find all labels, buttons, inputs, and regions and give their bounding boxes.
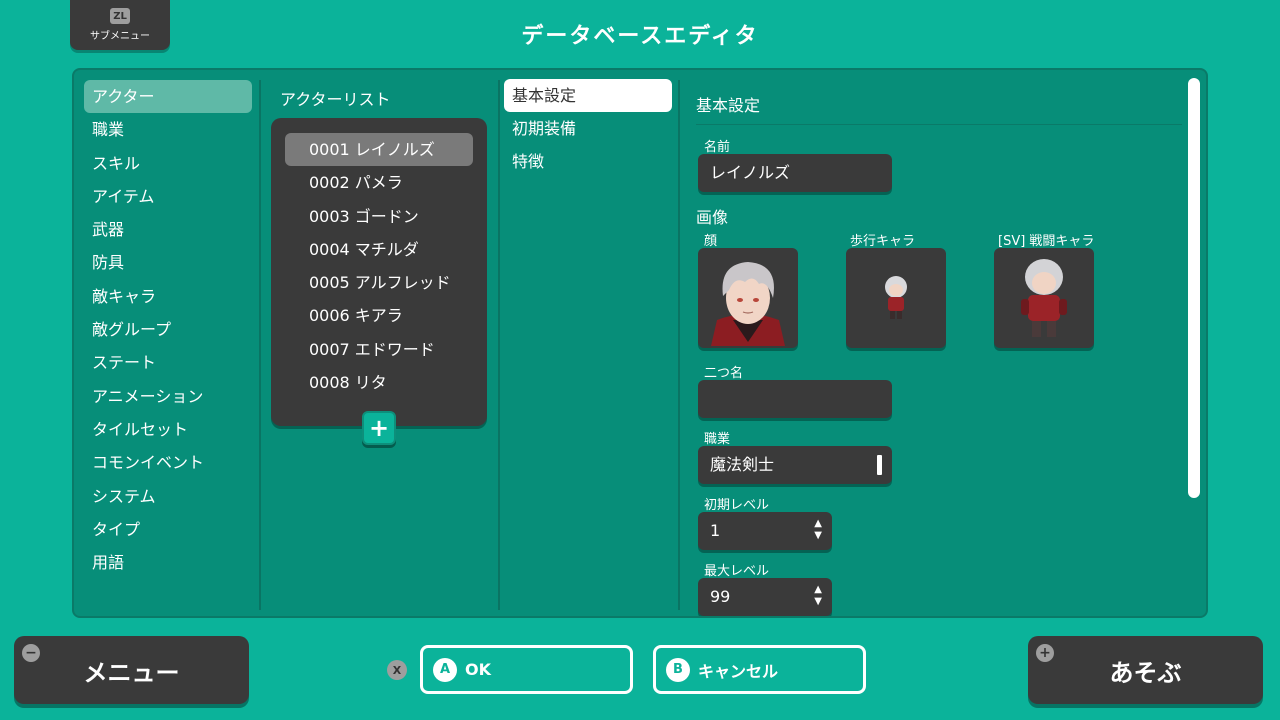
category-item-terms[interactable]: 用語 <box>84 546 252 579</box>
tab-basic-settings[interactable]: 基本設定 <box>504 79 672 112</box>
max-level-value: 99 <box>710 587 731 606</box>
actor-list-item[interactable]: 0004 マチルダ <box>285 233 473 266</box>
walk-sprite-label: 歩行キャラ <box>850 234 916 249</box>
category-item-actor[interactable]: アクター <box>84 80 252 114</box>
ok-button[interactable]: A OK <box>420 645 633 694</box>
plus-icon: + <box>1036 644 1054 662</box>
tab-initial-equipment[interactable]: 初期装備 <box>504 112 672 145</box>
class-label: 職業 <box>704 432 731 447</box>
add-actor-button[interactable]: + <box>362 411 396 445</box>
class-value: 魔法剣士 <box>710 455 775 474</box>
category-item-type[interactable]: タイプ <box>84 513 252 546</box>
column-divider <box>498 80 500 610</box>
actor-list-item[interactable]: 0006 キアラ <box>285 299 473 332</box>
section-divider <box>696 124 1182 125</box>
b-key-icon: B <box>666 657 690 682</box>
tab-traits[interactable]: 特徴 <box>504 145 672 178</box>
walk-sprite-image <box>885 276 907 319</box>
category-item-skill[interactable]: スキル <box>84 147 252 180</box>
detail-tabs: 基本設定 初期装備 特徴 <box>504 79 672 178</box>
name-label: 名前 <box>704 140 731 155</box>
a-key-icon: A <box>433 657 457 682</box>
minus-icon: − <box>22 644 40 662</box>
actor-list-item[interactable]: 0005 アルフレッド <box>285 266 473 299</box>
category-list: アクター 職業 スキル アイテム 武器 防具 敵キャラ 敵グループ ステート ア… <box>84 80 252 579</box>
x-key-icon: X <box>387 660 407 680</box>
actor-face-portrait <box>711 262 785 346</box>
class-dropdown[interactable]: 魔法剣士 <box>698 446 892 484</box>
initial-level-stepper[interactable]: 1 ▲ ▼ <box>698 512 832 550</box>
menu-button-label: メニュー <box>83 658 180 687</box>
category-item-item[interactable]: アイテム <box>84 180 252 213</box>
plus-icon: + <box>368 414 390 442</box>
up-down-arrows-icon: ▲ ▼ <box>814 584 822 607</box>
play-button-label: あそぶ <box>1109 658 1182 687</box>
cancel-button[interactable]: B キャンセル <box>653 645 866 694</box>
actor-list-item[interactable]: 0008 リタ <box>285 366 473 399</box>
column-divider <box>259 80 261 610</box>
actor-list: 0001 レイノルズ 0002 パメラ 0003 ゴードン 0004 マチルダ … <box>271 118 487 426</box>
detail-scrollbar[interactable] <box>1188 78 1200 498</box>
nickname-field[interactable] <box>698 380 892 418</box>
category-item-weapon[interactable]: 武器 <box>84 213 252 246</box>
column-divider <box>678 80 680 610</box>
menu-button[interactable]: − メニュー <box>14 636 249 704</box>
play-button[interactable]: + あそぶ <box>1028 636 1263 704</box>
image-heading: 画像 <box>696 208 729 227</box>
actor-list-title: アクターリスト <box>280 90 391 109</box>
battler-sprite-image <box>1021 259 1067 337</box>
cancel-button-label: キャンセル <box>698 661 779 681</box>
nickname-label: 二つ名 <box>704 366 744 381</box>
initial-level-label: 初期レベル <box>704 498 770 513</box>
initial-level-value: 1 <box>710 521 721 540</box>
category-item-system[interactable]: システム <box>84 480 252 513</box>
section-title: 基本設定 <box>696 96 761 115</box>
page-title: データベースエディタ <box>521 24 759 49</box>
actor-list-item[interactable]: 0001 レイノルズ <box>285 133 473 167</box>
actor-list-item[interactable]: 0002 パメラ <box>285 166 473 199</box>
max-level-label: 最大レベル <box>704 564 770 579</box>
max-level-stepper[interactable]: 99 ▲ ▼ <box>698 578 832 616</box>
dropdown-indicator-icon <box>877 455 882 475</box>
face-label: 顔 <box>704 234 718 249</box>
walk-sprite-picker[interactable] <box>846 248 946 348</box>
category-item-common-event[interactable]: コモンイベント <box>84 446 252 479</box>
category-item-armor[interactable]: 防具 <box>84 246 252 279</box>
battler-picker[interactable] <box>994 248 1094 348</box>
database-panel: アクター 職業 スキル アイテム 武器 防具 敵キャラ 敵グループ ステート ア… <box>72 68 1208 618</box>
face-image-picker[interactable] <box>698 248 798 348</box>
detail-pane: 基本設定 名前 レイノルズ 画像 顔 歩行キャラ [SV] 戦闘キャラ 二つ名 … <box>696 70 1182 616</box>
up-down-arrows-icon: ▲ ▼ <box>814 518 822 541</box>
category-item-class[interactable]: 職業 <box>84 113 252 146</box>
actor-list-item[interactable]: 0007 エドワード <box>285 333 473 366</box>
ok-button-label: OK <box>465 660 491 679</box>
category-item-animation[interactable]: アニメーション <box>84 380 252 413</box>
category-item-enemy[interactable]: 敵キャラ <box>84 280 252 313</box>
category-item-troop[interactable]: 敵グループ <box>84 313 252 346</box>
name-field[interactable]: レイノルズ <box>698 154 892 192</box>
category-item-tileset[interactable]: タイルセット <box>84 413 252 446</box>
category-item-state[interactable]: ステート <box>84 346 252 379</box>
actor-list-item[interactable]: 0003 ゴードン <box>285 200 473 233</box>
battler-label: [SV] 戦闘キャラ <box>998 234 1095 249</box>
